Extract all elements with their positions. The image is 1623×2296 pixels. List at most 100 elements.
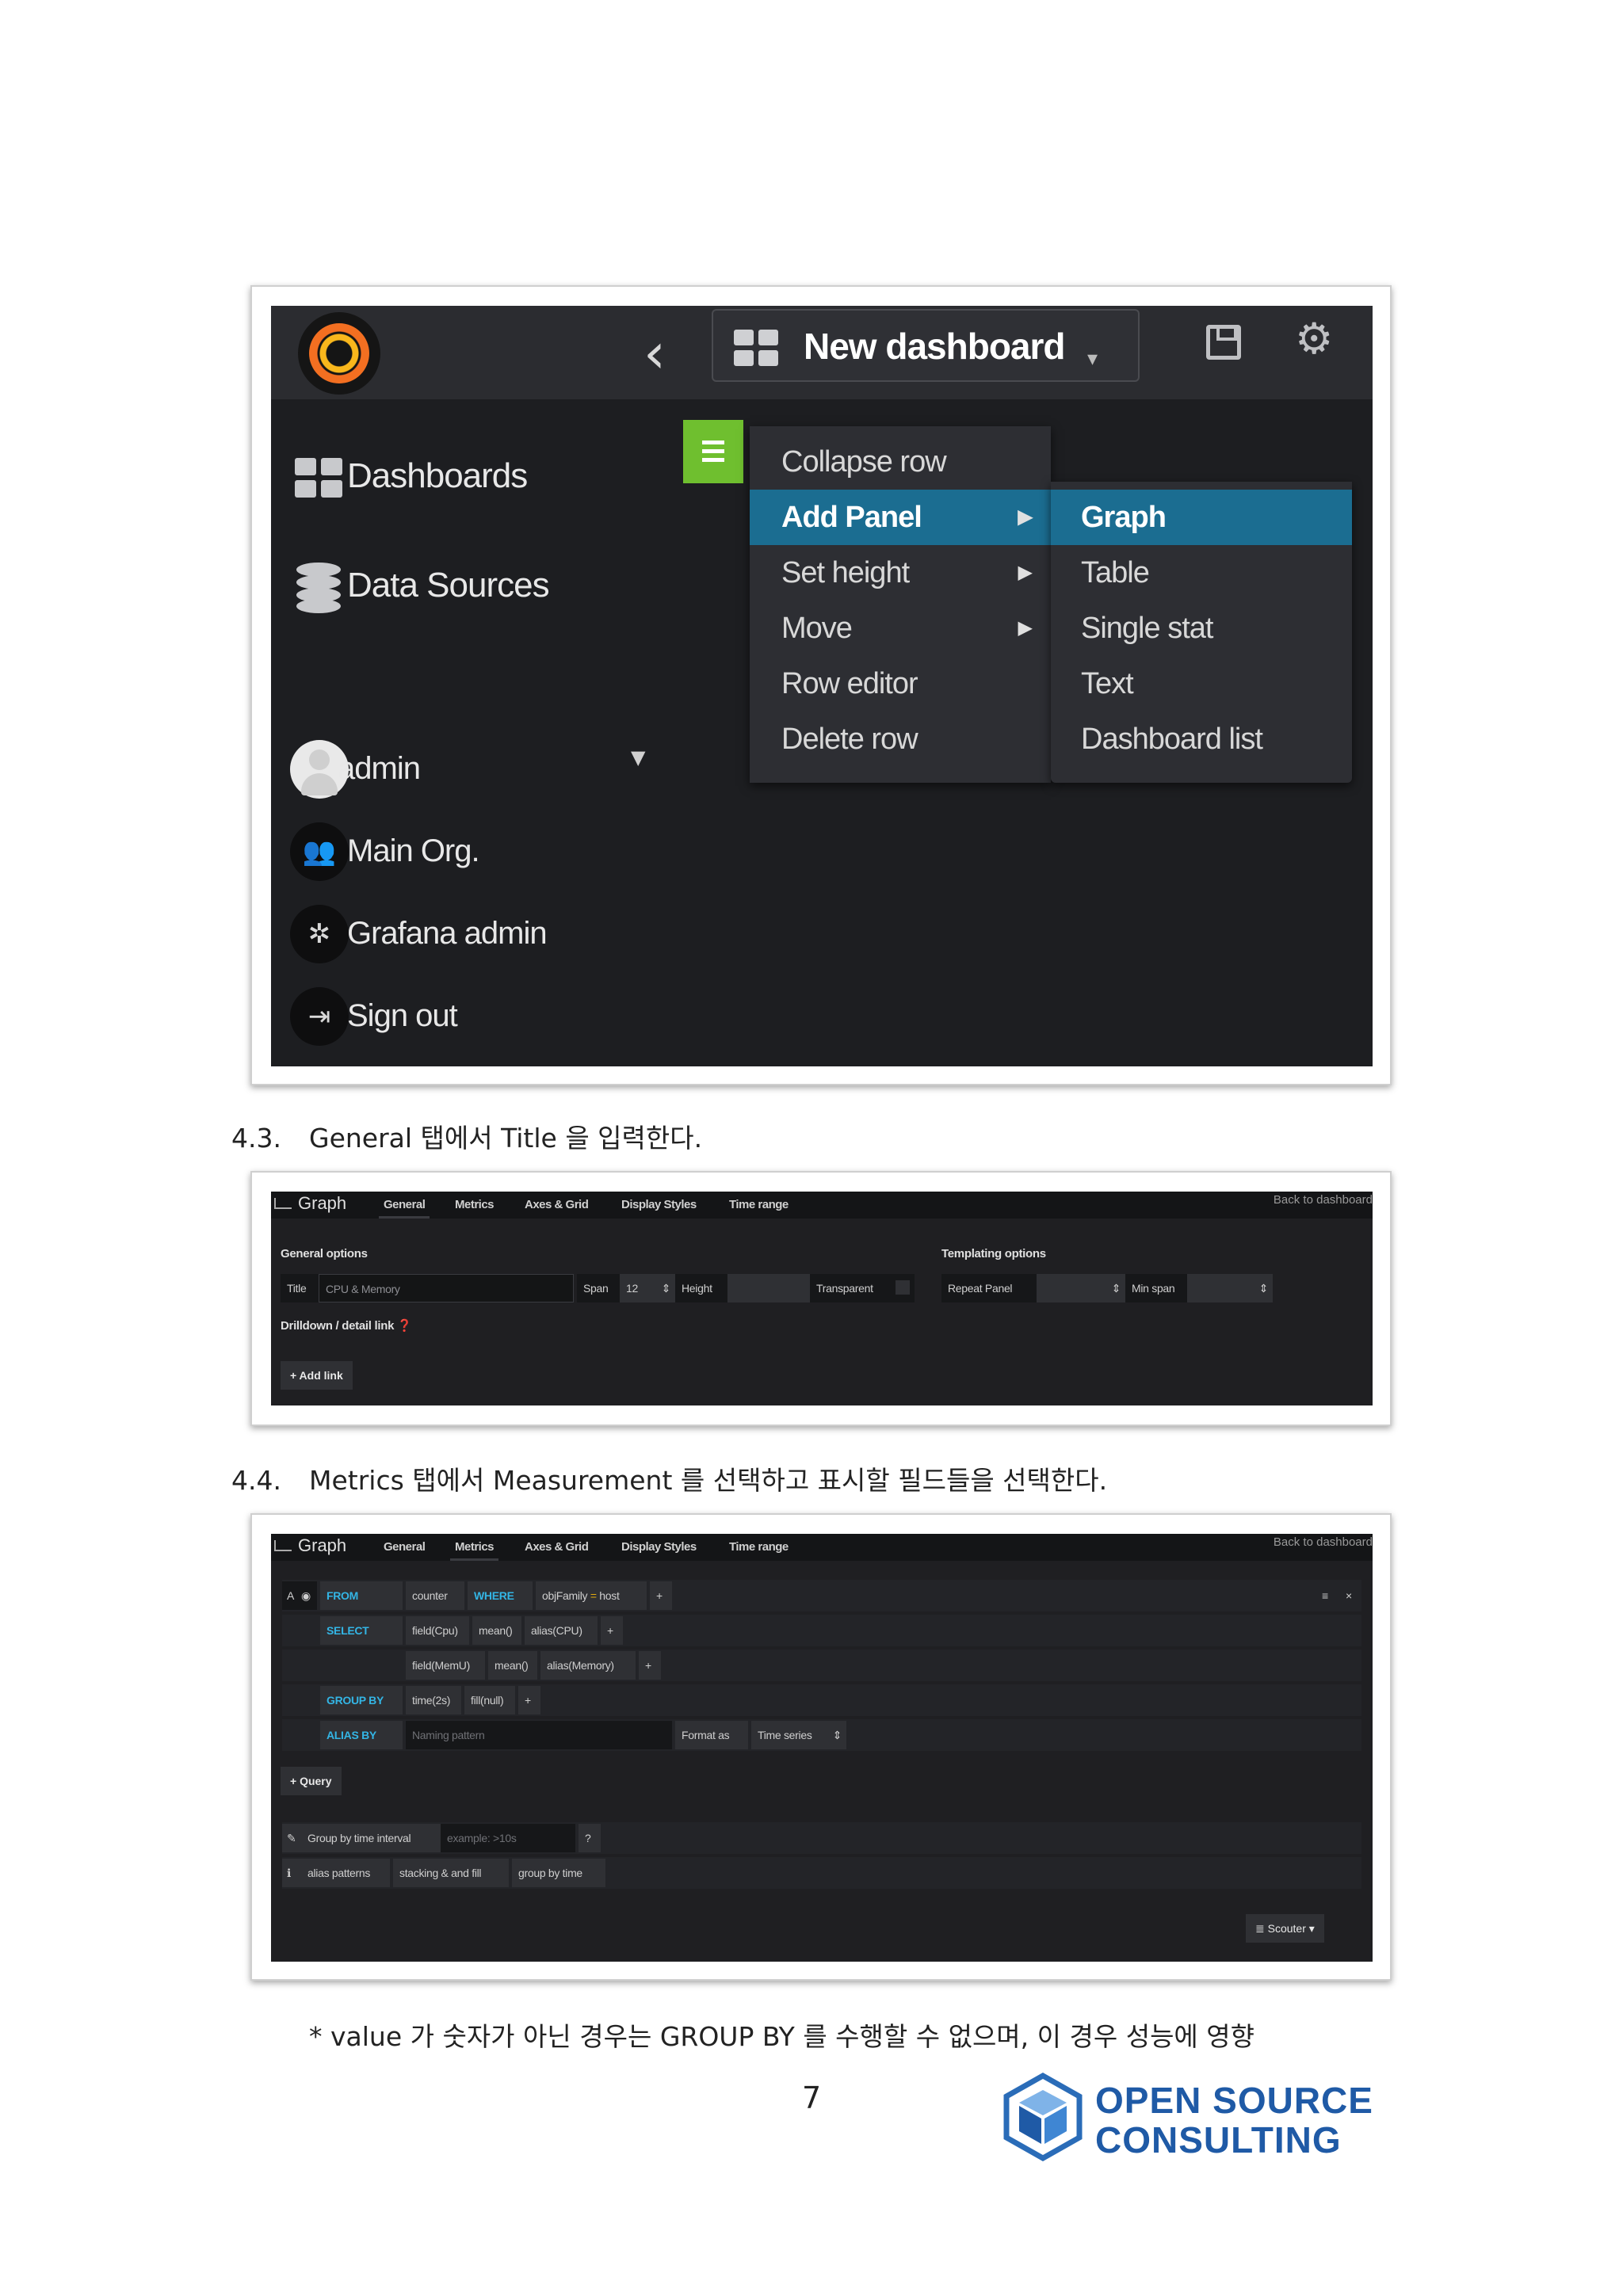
add-query-button[interactable]: + Query [281, 1767, 342, 1795]
dashboard-picker-button[interactable]: New dashboard ▾ [712, 309, 1140, 382]
add-panel-submenu: Graph Table Single stat Text Dashboard l… [1051, 482, 1352, 783]
back-to-dashboard-link[interactable]: Back to dashboard [1274, 1193, 1373, 1207]
step-4-4: 4.4. Metrics 탭에서 Measurement 를 선택하고 표시할 필… [231, 1465, 1108, 1496]
screenshot-metrics-tab: Graph General Metrics Axes & Grid Displa… [250, 1513, 1392, 1981]
tab-display-styles[interactable]: Display Styles [621, 1198, 697, 1211]
graph-icon [274, 1198, 292, 1209]
caret-down-icon[interactable]: ▼ [631, 746, 645, 769]
step-4-3: 4.3. General 탭에서 Title 을 입력한다. [231, 1123, 703, 1154]
alias-by-keyword: ALIAS BY [320, 1721, 403, 1749]
where-condition[interactable]: objFamily = host [536, 1581, 647, 1610]
query-row-select: field(MemU) mean() alias(Memory) + [282, 1650, 1361, 1681]
help-group-by-time[interactable]: group by time [512, 1859, 605, 1887]
naming-pattern-input[interactable]: Naming pattern [406, 1721, 672, 1749]
sidebar-item-grafana-admin[interactable]: Grafana admin [347, 916, 548, 952]
sign-out-icon: ⇥ [290, 987, 349, 1046]
tab-general[interactable]: General [378, 1198, 430, 1219]
query-letter: A [282, 1581, 298, 1610]
menu-item-delete-row[interactable]: Delete row [750, 711, 1051, 767]
submenu-item-dashboard-list[interactable]: Dashboard list [1051, 711, 1352, 767]
screenshot-add-panel-menu: ‹ New dashboard ▾ ⚙ Dashboards Data Sour… [250, 285, 1392, 1085]
menu-item-move[interactable]: Move ▶ [750, 601, 1051, 656]
select-alias[interactable]: alias(CPU) [525, 1616, 598, 1645]
screenshot-general-tab: Graph General Metrics Axes & Grid Displa… [250, 1171, 1392, 1426]
tab-general[interactable]: General [384, 1540, 426, 1554]
menu-item-set-height[interactable]: Set height ▶ [750, 545, 1051, 601]
tab-metrics[interactable]: Metrics [455, 1198, 495, 1211]
templating-options-heading: Templating options [941, 1247, 1046, 1261]
submenu-item-graph[interactable]: Graph [1051, 490, 1352, 545]
sidebar-item-user[interactable]: admin [338, 751, 421, 787]
add-group-plus-icon[interactable]: + [518, 1686, 540, 1714]
eye-icon[interactable]: ◉ [298, 1581, 317, 1610]
close-icon[interactable]: × [1339, 1581, 1360, 1610]
query-row-from: A ◉ FROM counter WHERE objFamily = host … [282, 1580, 1361, 1611]
submenu-item-single-stat[interactable]: Single stat [1051, 601, 1352, 656]
format-as-label: Format as [675, 1721, 748, 1749]
select-alias[interactable]: alias(Memory) [540, 1651, 636, 1680]
select-aggregation[interactable]: mean() [472, 1616, 521, 1645]
submenu-item-table[interactable]: Table [1051, 545, 1352, 601]
sidebar-item-sign-out[interactable]: Sign out [347, 998, 458, 1034]
datasource-select[interactable]: ≣ Scouter ▾ [1246, 1914, 1324, 1943]
save-icon[interactable] [1206, 325, 1241, 360]
footnote: * value 가 숫자가 아닌 경우는 GROUP BY 를 수행할 수 없으… [309, 2021, 1254, 2052]
general-options-heading: General options [281, 1247, 368, 1261]
menu-item-add-panel[interactable]: Add Panel ▶ [750, 490, 1051, 545]
where-keyword: WHERE [468, 1581, 533, 1610]
info-icon: ℹ [282, 1859, 301, 1887]
editor-title: Graph [274, 1535, 346, 1556]
sidebar-item-dashboards[interactable]: Dashboards [347, 456, 528, 496]
tab-axes-grid[interactable]: Axes & Grid [525, 1540, 589, 1554]
add-select-plus-icon[interactable]: + [639, 1651, 661, 1680]
editor-tab-bar: Graph General Metrics Axes & Grid Displa… [271, 1192, 1373, 1219]
group-interval-input[interactable]: example: >10s [441, 1824, 575, 1852]
tab-time-range[interactable]: Time range [729, 1540, 789, 1554]
add-where-plus-icon[interactable]: + [650, 1581, 672, 1610]
logo-line-2: CONSULTING [1095, 2119, 1342, 2161]
grafana-logo-icon[interactable] [298, 312, 380, 395]
height-input[interactable] [727, 1274, 810, 1302]
hamburger-menu-icon[interactable]: ≡ [1316, 1581, 1338, 1610]
menu-item-row-editor[interactable]: Row editor [750, 656, 1051, 711]
format-select[interactable]: Time series ⇕ [751, 1721, 846, 1749]
tab-display-styles[interactable]: Display Styles [621, 1540, 697, 1554]
help-icon[interactable]: ? [579, 1824, 601, 1852]
editor-title: Graph [274, 1193, 346, 1214]
repeat-panel-select[interactable]: ⇕ [1037, 1274, 1125, 1302]
tab-time-range[interactable]: Time range [729, 1198, 789, 1211]
help-icon[interactable]: ❓ [397, 1319, 412, 1333]
wrench-icon: ✎ [282, 1824, 301, 1852]
group-by-fill[interactable]: fill(null) [464, 1686, 515, 1714]
measurement-select[interactable]: counter [406, 1581, 464, 1610]
drilldown-heading: Drilldown / detail link ❓ [281, 1319, 412, 1333]
row-menu-hamburger-icon[interactable] [683, 420, 743, 483]
select-aggregation[interactable]: mean() [488, 1651, 537, 1680]
select-field[interactable]: field(Cpu) [406, 1616, 469, 1645]
transparent-checkbox[interactable] [896, 1280, 910, 1295]
help-alias-patterns[interactable]: alias patterns [301, 1859, 390, 1887]
database-icon [296, 563, 341, 613]
group-by-time[interactable]: time(2s) [406, 1686, 461, 1714]
gear-icon[interactable]: ⚙ [1295, 314, 1333, 364]
sidebar-item-org[interactable]: Main Org. [347, 833, 480, 869]
sidebar-item-data-sources[interactable]: Data Sources [347, 566, 550, 605]
back-to-dashboard-link[interactable]: Back to dashboard [1274, 1535, 1373, 1549]
add-select-plus-icon[interactable]: + [601, 1616, 623, 1645]
query-row-group-by: GROUP BY time(2s) fill(null) + [282, 1684, 1361, 1716]
menu-item-collapse-row[interactable]: Collapse row [750, 434, 1051, 490]
title-input[interactable]: CPU & Memory [319, 1274, 574, 1302]
tab-axes-grid[interactable]: Axes & Grid [525, 1198, 589, 1211]
submenu-item-text[interactable]: Text [1051, 656, 1352, 711]
chevron-left-icon[interactable]: ‹ [643, 322, 666, 385]
tab-metrics[interactable]: Metrics [449, 1540, 499, 1561]
select-arrows-icon: ⇕ [1258, 1282, 1269, 1295]
select-field[interactable]: field(MemU) [406, 1651, 485, 1680]
span-select[interactable]: 12 ⇕ [620, 1274, 675, 1302]
min-span-select[interactable]: ⇕ [1187, 1274, 1273, 1302]
dashboard-title: New dashboard [804, 326, 1066, 367]
help-stacking-fill[interactable]: stacking & and fill [393, 1859, 509, 1887]
select-keyword: SELECT [320, 1616, 403, 1645]
add-link-button[interactable]: + Add link [281, 1361, 353, 1390]
caret-down-icon: ▾ [1087, 347, 1098, 371]
